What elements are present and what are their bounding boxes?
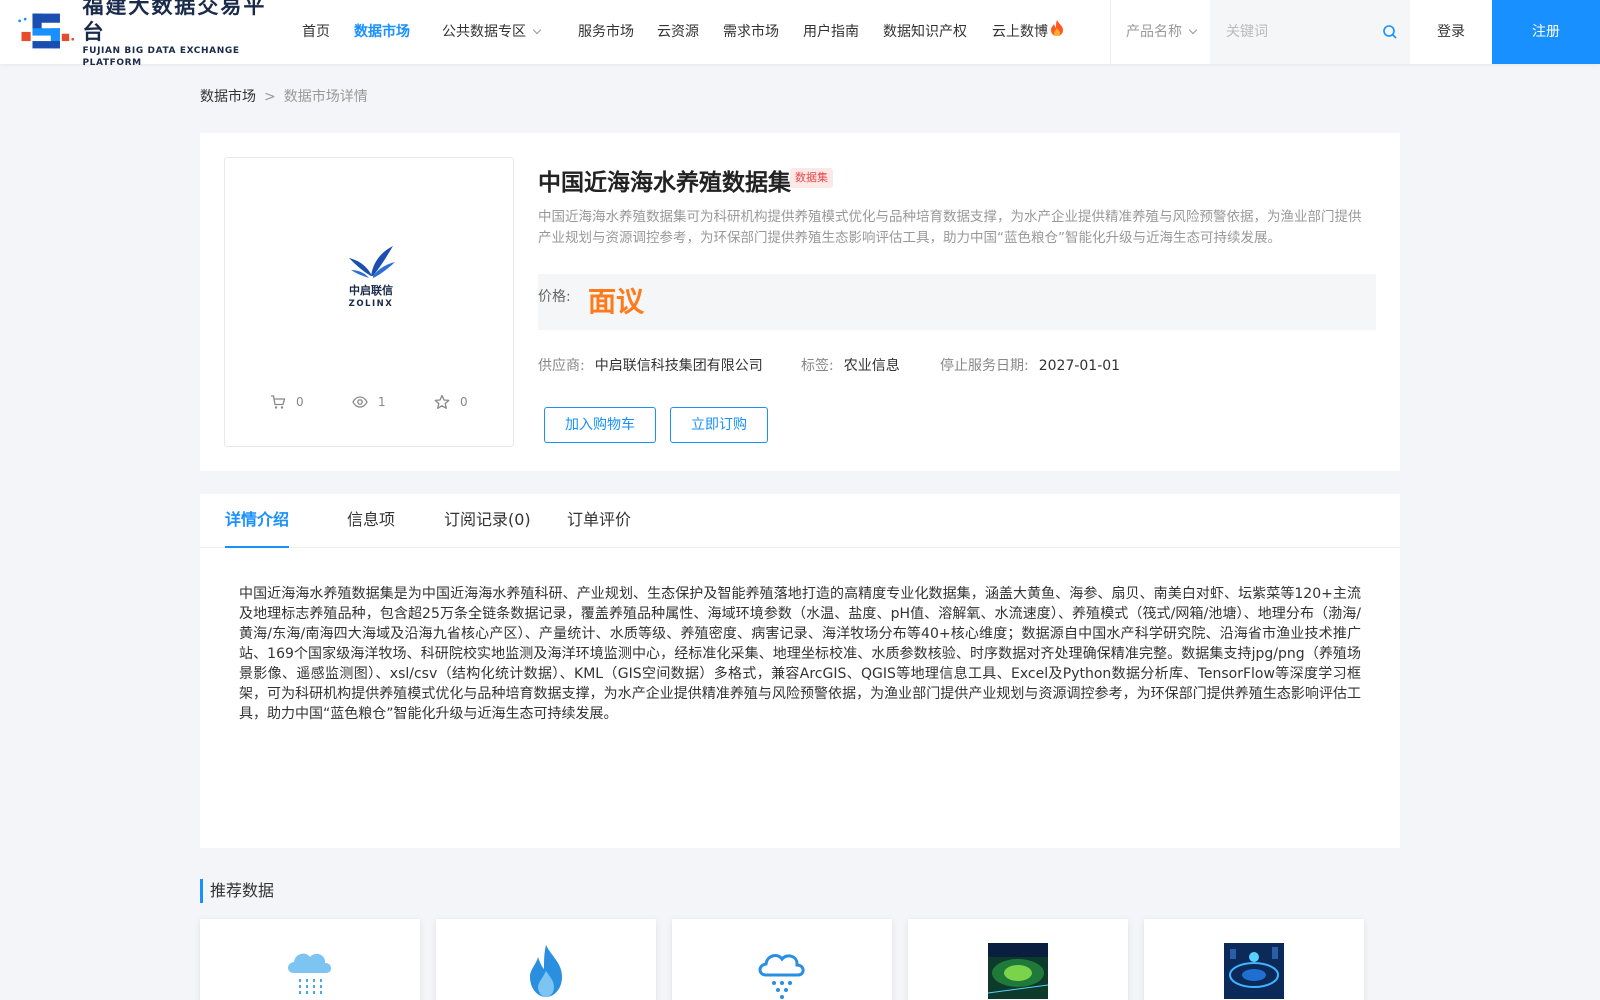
nav-cloud-expo[interactable]: 云上数博 — [992, 0, 1064, 64]
search-input[interactable] — [1226, 20, 1366, 44]
eye-icon — [352, 396, 368, 408]
product-title: 中国近海海水养殖数据集 — [538, 170, 791, 196]
rain-cloud-icon — [288, 953, 332, 997]
tab-info-items[interactable]: 信息项 — [347, 494, 395, 548]
breadcrumb-separator: > — [264, 89, 276, 105]
add-to-cart-button[interactable]: 加入购物车 — [544, 407, 656, 443]
tab-order-reviews[interactable]: 订单评价 — [567, 494, 631, 548]
favorite-count[interactable]: 0 — [434, 394, 468, 410]
nav-service-market[interactable]: 服务市场 — [578, 0, 634, 64]
chevron-down-icon — [532, 25, 542, 35]
end-date-info: 停止服务日期: 2027-01-01 — [940, 355, 1120, 375]
top-header: 福建大数据交易平台 FUJIAN BIG DATA EXCHANGE PLATF… — [0, 0, 1600, 68]
favorite-count-value: 0 — [460, 395, 468, 409]
breadcrumb-current: 数据市场详情 — [283, 89, 368, 105]
nav-cloud-resource[interactable]: 云资源 — [657, 0, 699, 64]
supplier-value: 中启联信科技集团有限公司 — [594, 358, 763, 374]
tag-value: 农业信息 — [843, 358, 900, 374]
nav-demand-market[interactable]: 需求市场 — [723, 0, 779, 64]
tag-label: 标签: — [801, 358, 834, 374]
search-category-label: 产品名称 — [1126, 24, 1182, 40]
nav-data-ip[interactable]: 数据知识产权 — [883, 0, 967, 64]
logo-mark-icon — [18, 13, 75, 49]
tab-subscription-records[interactable]: 订阅记录(0) — [444, 494, 531, 548]
recommend-card[interactable] — [908, 919, 1128, 1000]
product-card: 中启联信 ZOLINX 0 1 0 中国近海海水养殖数据集 数据集 中国近海海水… — [200, 133, 1400, 471]
cart-count-value: 0 — [296, 395, 304, 409]
site-logo[interactable]: 福建大数据交易平台 FUJIAN BIG DATA EXCHANGE PLATF… — [16, 0, 284, 68]
recommend-card[interactable] — [436, 919, 656, 1000]
recommend-card[interactable] — [200, 919, 420, 1000]
logo-brand-cn: 中启联信 — [349, 283, 393, 297]
flame-icon — [530, 945, 562, 997]
cart-icon — [271, 395, 286, 409]
tech-photo-icon — [1224, 943, 1284, 999]
cart-count: 0 — [270, 394, 304, 410]
city-photo-icon — [988, 943, 1048, 999]
snow-cloud-icon — [758, 954, 805, 999]
supplier-label: 供应商: — [538, 358, 585, 374]
subscribe-button[interactable]: 立即订购 — [670, 407, 768, 443]
product-image-box: 中启联信 ZOLINX 0 1 0 — [224, 157, 514, 447]
breadcrumb: 数据市场 > 数据市场详情 — [200, 86, 368, 106]
detail-panel: 详情介绍 信息项 订阅记录(0) 订单评价 中国近海海水养殖数据集是为中国近海海… — [200, 494, 1400, 848]
logo-subtitle: FUJIAN BIG DATA EXCHANGE PLATFORM — [82, 46, 240, 68]
price-label: 价格: — [538, 289, 571, 305]
end-date-value: 2027-01-01 — [1038, 358, 1121, 374]
star-icon — [434, 394, 450, 409]
detail-description: 中国近海海水养殖数据集是为中国近海海水养殖科研、产业规划、生态保护及智能养殖落地… — [239, 586, 1361, 722]
nav-public-data[interactable]: 公共数据专区 — [442, 0, 542, 64]
nav-home[interactable]: 首页 — [302, 0, 330, 64]
nav-public-data-label: 公共数据专区 — [442, 24, 526, 40]
product-description: 中国近海海水养殖数据集可为科研机构提供养殖模式优化与品种培育数据支撑，为水产企业… — [538, 209, 1362, 246]
recommend-card[interactable] — [1144, 919, 1364, 1000]
logo-title: 福建大数据交易平台 — [82, 0, 267, 44]
breadcrumb-parent[interactable]: 数据市场 — [200, 89, 256, 105]
nav-data-market[interactable]: 数据市场 — [354, 0, 410, 64]
logo-brand-en: ZOLINX — [349, 299, 394, 309]
search-category-select[interactable]: 产品名称 — [1112, 0, 1210, 64]
end-date-label: 停止服务日期: — [940, 358, 1029, 374]
login-button[interactable]: 登录 — [1410, 0, 1492, 64]
detail-tabs: 详情介绍 信息项 订阅记录(0) 订单评价 — [200, 494, 1400, 548]
tab-details[interactable]: 详情介绍 — [225, 494, 290, 548]
supplier-info: 供应商: 中启联信科技集团有限公司 — [538, 355, 763, 375]
nav-cloud-expo-label: 云上数博 — [992, 24, 1048, 40]
register-button[interactable]: 注册 — [1492, 0, 1600, 64]
price-box: 价格: 面议 — [538, 274, 1376, 330]
nav-divider — [1110, 0, 1111, 64]
recommend-card[interactable] — [672, 919, 892, 1000]
product-type-badge: 数据集 — [790, 168, 833, 188]
recommend-title: 推荐数据 — [200, 879, 274, 903]
chevron-down-icon — [1188, 25, 1198, 35]
tag-info: 标签: 农业信息 — [801, 355, 900, 375]
nav-user-guide[interactable]: 用户指南 — [803, 0, 859, 64]
view-count: 1 — [352, 394, 386, 410]
zolinx-logo-icon: 中启联信 ZOLINX — [349, 246, 395, 309]
fire-icon — [1051, 20, 1063, 36]
price-value: 面议 — [588, 285, 645, 318]
view-count-value: 1 — [378, 395, 386, 409]
search-icon[interactable] — [1382, 24, 1398, 40]
search-box — [1210, 0, 1410, 64]
